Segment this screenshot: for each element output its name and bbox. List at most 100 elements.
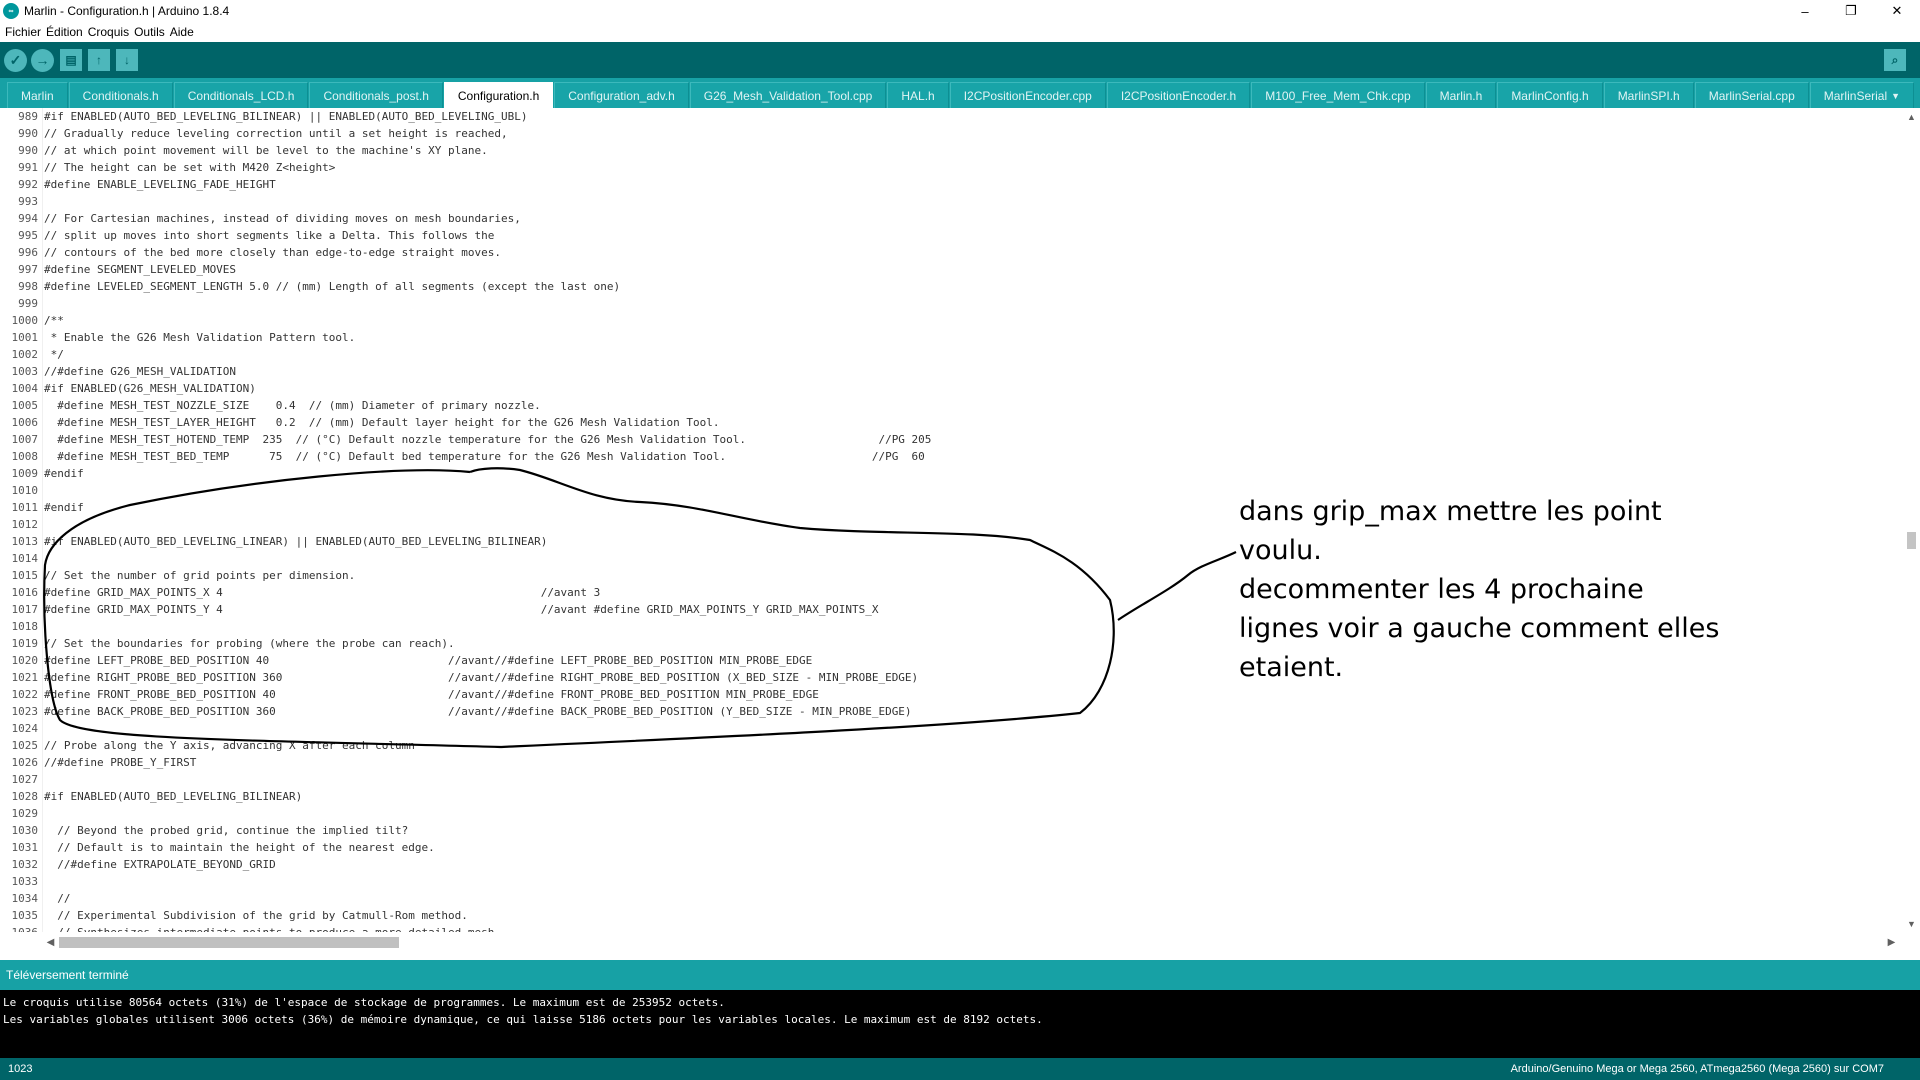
line-content: #if ENABLED(G26_MESH_VALIDATION) bbox=[44, 382, 256, 395]
tab-dropdown-icon[interactable]: ▼ bbox=[1891, 91, 1900, 101]
line-content: // The height can be set with M420 Z<hei… bbox=[44, 161, 336, 174]
tab-marlinserial-cpp[interactable]: MarlinSerial.cpp bbox=[1694, 82, 1809, 108]
line-number: 1021 bbox=[11, 671, 39, 684]
line-content: // at which point movement will be level… bbox=[44, 144, 488, 157]
line-number: 1026 bbox=[11, 756, 39, 769]
code-line: 1025 // Probe along the Y axis, advancing… bbox=[0, 737, 1900, 754]
tab-m100-free-mem-chk-cpp[interactable]: M100_Free_Mem_Chk.cpp bbox=[1251, 82, 1425, 108]
tab-conditionals-h[interactable]: Conditionals.h bbox=[68, 82, 173, 108]
line-number: 996 bbox=[18, 246, 38, 259]
tab-marlinserial[interactable]: MarlinSerial ▼ bbox=[1809, 82, 1915, 108]
tab-hal-h[interactable]: HAL.h bbox=[887, 82, 949, 108]
save-arrow-icon: ↓ bbox=[124, 53, 130, 67]
toolbar: ✓ → ▤ ↑ ↓ ⌕ bbox=[0, 42, 1920, 78]
tab-conditionals-lcd-h[interactable]: Conditionals_LCD.h bbox=[173, 82, 309, 108]
line-number: 1025 bbox=[11, 739, 39, 752]
line-content: /** bbox=[44, 314, 64, 327]
tab-i2cpositionencoder-cpp[interactable]: I2CPositionEncoder.cpp bbox=[949, 82, 1106, 108]
tab-g26-mesh-validation-tool-cpp[interactable]: G26_Mesh_Validation_Tool.cpp bbox=[689, 82, 887, 108]
menu-croquis[interactable]: Croquis bbox=[88, 25, 129, 39]
code-line: 995 // split up moves into short segments… bbox=[0, 227, 1900, 244]
code-line: 1023 #define BACK_PROBE_BED_POSITION 360 … bbox=[0, 703, 1900, 720]
tab-marlinspi-h[interactable]: MarlinSPI.h bbox=[1603, 82, 1694, 108]
code-line: 1004 #if ENABLED(G26_MESH_VALIDATION) bbox=[0, 380, 1900, 397]
vertical-scroll-thumb[interactable] bbox=[1907, 532, 1916, 549]
scroll-up-icon[interactable]: ▲ bbox=[1903, 108, 1920, 125]
line-content: // Default is to maintain the height of … bbox=[44, 841, 435, 854]
code-line: 1007 #define MESH_TEST_HOTEND_TEMP 235 /… bbox=[0, 431, 1900, 448]
console-output[interactable]: Le croquis utilise 80564 octets (31%) de… bbox=[0, 990, 1920, 1058]
code-line: 1033 bbox=[0, 873, 1900, 890]
menu-outils[interactable]: Outils bbox=[134, 25, 165, 39]
save-sketch-button[interactable]: ↓ bbox=[116, 49, 138, 71]
tab-marlinconfig-h[interactable]: MarlinConfig.h bbox=[1497, 82, 1603, 108]
tab-marlin-h[interactable]: Marlin.h bbox=[1425, 82, 1497, 108]
menu-fichier[interactable]: Fichier bbox=[5, 25, 41, 39]
annotation-line: voulu. bbox=[1239, 535, 1322, 566]
tab-label: M100_Free_Mem_Chk.cpp bbox=[1265, 88, 1411, 103]
open-sketch-button[interactable]: ↑ bbox=[88, 49, 110, 71]
line-content: // split up moves into short segments li… bbox=[44, 229, 495, 242]
maximize-button[interactable]: ❐ bbox=[1828, 0, 1874, 22]
line-number: 993 bbox=[18, 195, 38, 208]
line-content: #if ENABLED(AUTO_BED_LEVELING_LINEAR) ||… bbox=[44, 535, 548, 548]
tab-label: Marlin bbox=[21, 88, 54, 103]
close-button[interactable]: ✕ bbox=[1874, 0, 1920, 22]
line-content: // Gradually reduce leveling correction … bbox=[44, 127, 508, 140]
verify-button[interactable]: ✓ bbox=[4, 48, 27, 72]
line-number: 995 bbox=[18, 229, 38, 242]
scroll-right-icon[interactable]: ▶ bbox=[1883, 932, 1900, 952]
tab-label: I2CPositionEncoder.h bbox=[1120, 88, 1237, 103]
new-sketch-button[interactable]: ▤ bbox=[60, 49, 82, 71]
line-number: 1001 bbox=[11, 331, 39, 344]
menu-aide[interactable]: Aide bbox=[170, 25, 194, 39]
line-number: 994 bbox=[18, 212, 38, 225]
tab-i2cpositionencoder-h[interactable]: I2CPositionEncoder.h bbox=[1106, 82, 1251, 108]
code-line: 1026 //#define PROBE_Y_FIRST bbox=[0, 754, 1900, 771]
line-content bbox=[38, 771, 44, 788]
console-line: Les variables globales utilisent 3006 oc… bbox=[3, 1013, 1043, 1026]
line-content: #define MESH_TEST_LAYER_HEIGHT 0.2 // (m… bbox=[44, 416, 720, 429]
code-line: 997 #define SEGMENT_LEVELED_MOVES bbox=[0, 261, 1900, 278]
console-line: Le croquis utilise 80564 octets (31%) de… bbox=[3, 996, 725, 1009]
vertical-scrollbar[interactable]: ▲ ▼ bbox=[1903, 108, 1920, 932]
code-line: 1003 //#define G26_MESH_VALIDATION bbox=[0, 363, 1900, 380]
magnifier-icon: ⌕ bbox=[1891, 52, 1899, 67]
menu-edition[interactable]: Édition bbox=[46, 25, 83, 39]
minimize-button[interactable]: – bbox=[1782, 0, 1828, 22]
annotation-line: lignes voir a gauche comment elles bbox=[1239, 613, 1720, 644]
tab-marlin[interactable]: Marlin bbox=[7, 82, 68, 108]
line-number: 1007 bbox=[11, 433, 39, 446]
line-content: #define GRID_MAX_POINTS_Y 4 //avant #def… bbox=[44, 603, 879, 616]
line-number: 989 bbox=[18, 110, 38, 123]
code-line: 1005 #define MESH_TEST_NOZZLE_SIZE 0.4 /… bbox=[0, 397, 1900, 414]
annotation-note: dans grip_max mettre les point voulu. de… bbox=[1239, 492, 1759, 687]
horizontal-scroll-thumb[interactable] bbox=[59, 937, 399, 948]
line-number: 1031 bbox=[11, 841, 39, 854]
upload-button[interactable]: → bbox=[31, 48, 54, 72]
tab-configuration-adv-h[interactable]: Configuration_adv.h bbox=[554, 82, 689, 108]
scroll-left-icon[interactable]: ◀ bbox=[42, 932, 59, 952]
line-content: * Enable the G26 Mesh Validation Pattern… bbox=[44, 331, 356, 344]
tab-conditionals-post-h[interactable]: Conditionals_post.h bbox=[309, 82, 443, 108]
window-title: Marlin - Configuration.h | Arduino 1.8.4 bbox=[24, 4, 230, 18]
code-line: 1034 // bbox=[0, 890, 1900, 907]
line-content: // Synthesizes intermediate points to pr… bbox=[38, 924, 501, 932]
line-content: // Experimental Subdivision of the grid … bbox=[44, 909, 468, 922]
code-line: 1036 // Synthesizes intermediate points … bbox=[0, 924, 1900, 932]
line-number: 1023 bbox=[11, 705, 39, 718]
line-number: 990 bbox=[18, 144, 38, 157]
line-content: #define MESH_TEST_BED_TEMP 75 // (°C) De… bbox=[44, 450, 925, 463]
code-line: 1008 #define MESH_TEST_BED_TEMP 75 // (°… bbox=[0, 448, 1900, 465]
horizontal-scrollbar[interactable]: ◀ ▶ bbox=[42, 932, 1900, 952]
tab-configuration-h[interactable]: Configuration.h bbox=[443, 82, 554, 108]
tab-label: Conditionals_LCD.h bbox=[187, 88, 295, 103]
line-number: 997 bbox=[18, 263, 38, 276]
serial-monitor-button[interactable]: ⌕ bbox=[1884, 49, 1906, 71]
scroll-down-icon[interactable]: ▼ bbox=[1903, 915, 1920, 932]
line-number: 1012 bbox=[11, 518, 39, 531]
line-number: 1006 bbox=[11, 416, 39, 429]
code-line: 1009 #endif bbox=[0, 465, 1900, 482]
line-content: #define LEVELED_SEGMENT_LENGTH 5.0 // (m… bbox=[44, 280, 621, 293]
line-number: 991 bbox=[18, 161, 38, 174]
